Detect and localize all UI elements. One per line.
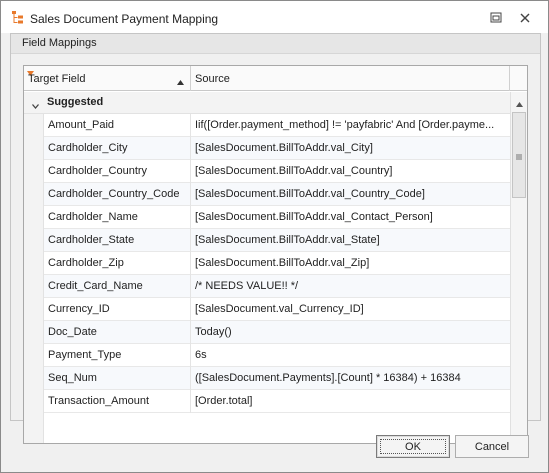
- table-row[interactable]: Cardholder_City [SalesDocument.BillToAdd…: [44, 137, 510, 160]
- table-row[interactable]: Transaction_Amount [Order.total]: [44, 390, 510, 413]
- table-row[interactable]: Cardholder_Country [SalesDocument.BillTo…: [44, 160, 510, 183]
- table-row[interactable]: Cardholder_Name [SalesDocument.BillToAdd…: [44, 206, 510, 229]
- header-spacer: [510, 66, 527, 91]
- restore-icon[interactable]: [488, 11, 504, 25]
- grid-header: Target Field Source: [24, 66, 527, 91]
- source-cell[interactable]: [Order.total]: [191, 390, 510, 413]
- group-row-suggested[interactable]: Suggested: [24, 92, 510, 114]
- vertical-scrollbar[interactable]: [510, 92, 527, 443]
- title-bar[interactable]: Sales Document Payment Mapping: [1, 1, 548, 33]
- ok-button[interactable]: OK: [376, 435, 450, 458]
- table-row[interactable]: Doc_Date Today(): [44, 321, 510, 344]
- group-label: Suggested: [47, 96, 104, 108]
- group-title: Field Mappings: [22, 37, 97, 49]
- target-field-cell[interactable]: Doc_Date: [44, 321, 191, 344]
- table-row[interactable]: Credit_Card_Name /* NEEDS VALUE!! */: [44, 275, 510, 298]
- table-row[interactable]: Cardholder_Zip [SalesDocument.BillToAddr…: [44, 252, 510, 275]
- target-field-cell[interactable]: Credit_Card_Name: [44, 275, 191, 298]
- cancel-button-label: Cancel: [474, 441, 510, 453]
- target-field-cell[interactable]: Amount_Paid: [44, 114, 191, 137]
- source-cell[interactable]: [SalesDocument.BillToAddr.val_Zip]: [191, 252, 510, 275]
- source-cell[interactable]: [SalesDocument.val_Currency_ID]: [191, 298, 510, 321]
- grid-body: Suggested Amount_Paid Iif([Order.payment…: [24, 92, 510, 443]
- group-header: Field Mappings: [11, 34, 540, 54]
- target-field-cell[interactable]: Transaction_Amount: [44, 390, 191, 413]
- source-cell[interactable]: [SalesDocument.BillToAddr.val_Country_Co…: [191, 183, 510, 206]
- table-row[interactable]: Currency_ID [SalesDocument.val_Currency_…: [44, 298, 510, 321]
- sort-ascending-icon: [177, 76, 184, 85]
- source-cell[interactable]: ([SalesDocument.Payments].[Count] * 1638…: [191, 367, 510, 390]
- target-field-cell[interactable]: Payment_Type: [44, 344, 191, 367]
- table-row[interactable]: Cardholder_Country_Code [SalesDocument.B…: [44, 183, 510, 206]
- close-icon[interactable]: [517, 10, 533, 26]
- group-indent: [24, 114, 44, 443]
- source-cell[interactable]: 6s: [191, 344, 510, 367]
- table-row[interactable]: Amount_Paid Iif([Order.payment_method] !…: [44, 114, 510, 137]
- table-row[interactable]: Seq_Num ([SalesDocument.Payments].[Count…: [44, 367, 510, 390]
- target-field-cell[interactable]: Currency_ID: [44, 298, 191, 321]
- source-cell[interactable]: [SalesDocument.BillToAddr.val_City]: [191, 137, 510, 160]
- scrollbar-thumb[interactable]: [512, 112, 526, 198]
- source-cell[interactable]: Today(): [191, 321, 510, 344]
- target-field-cell[interactable]: Seq_Num: [44, 367, 191, 390]
- field-mappings-group: Field Mappings Target Field Source Sugge…: [10, 33, 541, 444]
- target-field-cell[interactable]: Cardholder_Country_Code: [44, 183, 191, 206]
- filter-marker-icon[interactable]: [27, 67, 34, 76]
- source-cell[interactable]: [SalesDocument.BillToAddr.val_Contact_Pe…: [191, 206, 510, 229]
- ok-button-label: OK: [405, 441, 421, 453]
- column-header-target-field[interactable]: Target Field: [24, 66, 191, 91]
- target-field-cell[interactable]: Cardholder_City: [44, 137, 191, 160]
- table-row[interactable]: Payment_Type 6s: [44, 344, 510, 367]
- table-row[interactable]: Cardholder_State [SalesDocument.BillToAd…: [44, 229, 510, 252]
- mapping-grid[interactable]: Target Field Source Suggested Amount_Pai…: [23, 65, 528, 444]
- source-cell[interactable]: [SalesDocument.BillToAddr.val_Country]: [191, 160, 510, 183]
- source-cell[interactable]: /* NEEDS VALUE!! */: [191, 275, 510, 298]
- target-field-cell[interactable]: Cardholder_State: [44, 229, 191, 252]
- window-title: Sales Document Payment Mapping: [30, 12, 219, 26]
- scroll-up-icon[interactable]: [516, 98, 523, 107]
- target-field-cell[interactable]: Cardholder_Name: [44, 206, 191, 229]
- cancel-button[interactable]: Cancel: [455, 435, 529, 458]
- column-label: Target Field: [28, 73, 86, 85]
- dialog-window: Sales Document Payment Mapping Field Map…: [0, 0, 549, 473]
- target-field-cell[interactable]: Cardholder_Zip: [44, 252, 191, 275]
- hierarchy-icon: [12, 11, 24, 25]
- column-label: Source: [195, 73, 230, 85]
- column-header-source[interactable]: Source: [191, 66, 510, 91]
- grip-icon: [516, 151, 522, 160]
- source-cell[interactable]: Iif([Order.payment_method] != 'payfabric…: [191, 114, 510, 137]
- target-field-cell[interactable]: Cardholder_Country: [44, 160, 191, 183]
- chevron-down-icon[interactable]: [32, 100, 39, 109]
- source-cell[interactable]: [SalesDocument.BillToAddr.val_State]: [191, 229, 510, 252]
